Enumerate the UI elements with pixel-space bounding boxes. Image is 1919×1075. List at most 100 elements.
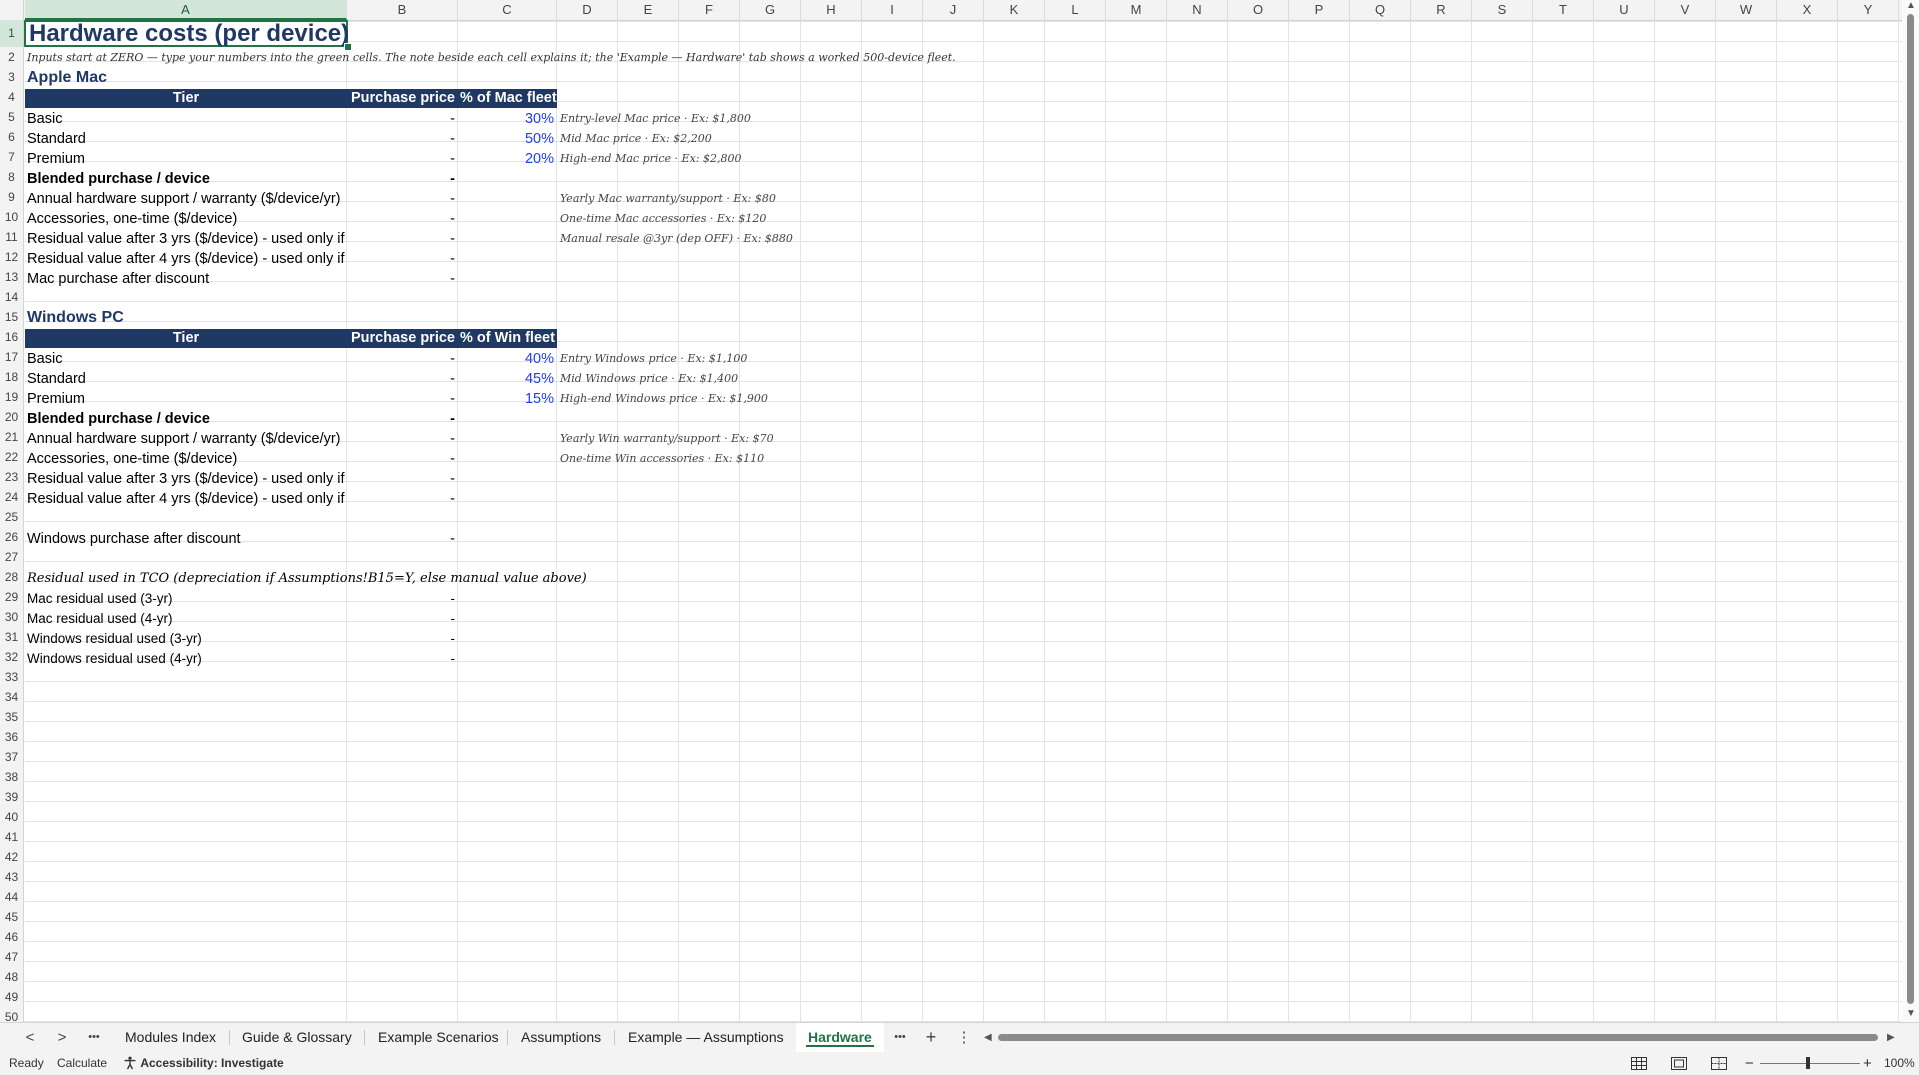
mac-tier-standard[interactable]: Standard [25,129,347,149]
column-header-r[interactable]: R [1411,0,1472,20]
prev-sheet-icon[interactable]: < [16,1023,44,1052]
row-header-33[interactable]: 33 [0,667,23,687]
column-header-x[interactable]: X [1777,0,1838,20]
row-header-34[interactable]: 34 [0,687,23,707]
column-header-h[interactable]: H [801,0,862,20]
mac-pct-premium[interactable]: 20% [458,149,557,169]
win-residual3-label[interactable]: Residual value after 3 yrs ($/device) - … [25,469,347,489]
column-header-o[interactable]: O [1228,0,1289,20]
mac-accessories-value[interactable]: - [347,209,458,229]
row-header-50[interactable]: 50 [0,1007,23,1022]
column-header-m[interactable]: M [1106,0,1167,20]
win-tier-basic[interactable]: Basic [25,349,347,369]
zoom-slider-thumb[interactable] [1806,1057,1810,1069]
tab-hardware[interactable]: Hardware [796,1023,884,1052]
residual-win-4yr-value[interactable]: - [347,649,458,669]
mac-tier-premium[interactable]: Premium [25,149,347,169]
row-header-39[interactable]: 39 [0,787,23,807]
win-support-label[interactable]: Annual hardware support / warranty ($/de… [25,429,347,449]
zoom-slider[interactable] [1760,1063,1860,1064]
row-header-46[interactable]: 46 [0,927,23,947]
mac-price-standard[interactable]: - [347,129,458,149]
win-tier-standard[interactable]: Standard [25,369,347,389]
column-header-v[interactable]: V [1655,0,1716,20]
row-header-17[interactable]: 17 [0,347,23,367]
column-header-s[interactable]: S [1472,0,1533,20]
mac-support-value[interactable]: - [347,189,458,209]
row-header-32[interactable]: 32 [0,647,23,667]
next-sheet-icon[interactable]: > [48,1023,76,1052]
page-break-view-icon[interactable] [1711,1057,1727,1070]
residual-mac-3yr-value[interactable]: - [347,589,458,609]
column-header-j[interactable]: J [923,0,984,20]
row-header-48[interactable]: 48 [0,967,23,987]
row-header-7[interactable]: 7 [0,147,23,167]
row-header-37[interactable]: 37 [0,747,23,767]
column-header-l[interactable]: L [1045,0,1106,20]
row-header-12[interactable]: 12 [0,247,23,267]
mac-residual4-label[interactable]: Residual value after 4 yrs ($/device) - … [25,249,347,269]
win-residual4-value[interactable]: - [347,489,458,509]
mac-after-discount-value[interactable]: - [347,269,458,289]
scroll-up-arrow-icon[interactable]: ▲ [1906,0,1916,11]
more-sheets-left-icon[interactable]: ••• [80,1023,108,1052]
win-after-discount-value[interactable]: - [347,529,458,549]
column-header-e[interactable]: E [618,0,679,20]
mac-after-discount-label[interactable]: Mac purchase after discount [25,269,347,289]
column-header-q[interactable]: Q [1350,0,1411,20]
horizontal-scroll-thumb[interactable] [998,1034,1878,1041]
row-header-44[interactable]: 44 [0,887,23,907]
row-header-30[interactable]: 30 [0,607,23,627]
add-sheet-button[interactable]: + [917,1023,945,1052]
mac-residual3-label[interactable]: Residual value after 3 yrs ($/device) - … [25,229,347,249]
select-all-corner[interactable] [0,0,24,20]
win-blended-label[interactable]: Blended purchase / device [25,409,347,429]
tab-example-assumptions[interactable]: Example — Assumptions [616,1023,796,1052]
mac-price-premium[interactable]: - [347,149,458,169]
win-price-premium[interactable]: - [347,389,458,409]
row-header-40[interactable]: 40 [0,807,23,827]
residual-win-3yr-value[interactable]: - [347,629,458,649]
column-header-d[interactable]: D [557,0,618,20]
win-support-value[interactable]: - [347,429,458,449]
hscroll-right-arrow-icon[interactable]: ▶ [1887,1032,1895,1043]
row-header-14[interactable]: 14 [0,287,23,307]
sheet-title-cell[interactable]: Hardware costs (per device) [24,20,349,47]
residual-win-4yr-label[interactable]: Windows residual used (4-yr) [25,649,347,669]
row-header-28[interactable]: 28 [0,567,23,587]
mac-pct-standard[interactable]: 50% [458,129,557,149]
win-pct-standard[interactable]: 45% [458,369,557,389]
horizontal-scrollbar[interactable] [998,1032,1878,1042]
row-header-27[interactable]: 27 [0,547,23,567]
row-header-24[interactable]: 24 [0,487,23,507]
row-header-49[interactable]: 49 [0,987,23,1007]
row-header-47[interactable]: 47 [0,947,23,967]
column-header-t[interactable]: T [1533,0,1594,20]
row-header-35[interactable]: 35 [0,707,23,727]
column-header-c[interactable]: C [458,0,557,20]
column-header-w[interactable]: W [1716,0,1777,20]
column-header-n[interactable]: N [1167,0,1228,20]
more-sheets-right-icon[interactable]: ••• [886,1023,914,1052]
row-header-29[interactable]: 29 [0,587,23,607]
row-header-41[interactable]: 41 [0,827,23,847]
zoom-level[interactable]: 100% [1884,1052,1915,1075]
page-layout-view-icon[interactable] [1671,1057,1687,1070]
win-accessories-label[interactable]: Accessories, one-time ($/device) [25,449,347,469]
win-residual4-label[interactable]: Residual value after 4 yrs ($/device) - … [25,489,347,509]
mac-accessories-label[interactable]: Accessories, one-time ($/device) [25,209,347,229]
mac-residual3-value[interactable]: - [347,229,458,249]
row-header-38[interactable]: 38 [0,767,23,787]
row-header-42[interactable]: 42 [0,847,23,867]
row-header-11[interactable]: 11 [0,227,23,247]
calculate-button[interactable]: Calculate [57,1052,107,1075]
column-header-k[interactable]: K [984,0,1045,20]
row-header-18[interactable]: 18 [0,367,23,387]
win-after-discount-label[interactable]: Windows purchase after discount [25,529,347,549]
row-header-10[interactable]: 10 [0,207,23,227]
mac-pct-basic[interactable]: 30% [458,109,557,129]
row-header-20[interactable]: 20 [0,407,23,427]
win-accessories-value[interactable]: - [347,449,458,469]
mac-blended-label[interactable]: Blended purchase / device [25,169,347,189]
row-header-23[interactable]: 23 [0,467,23,487]
